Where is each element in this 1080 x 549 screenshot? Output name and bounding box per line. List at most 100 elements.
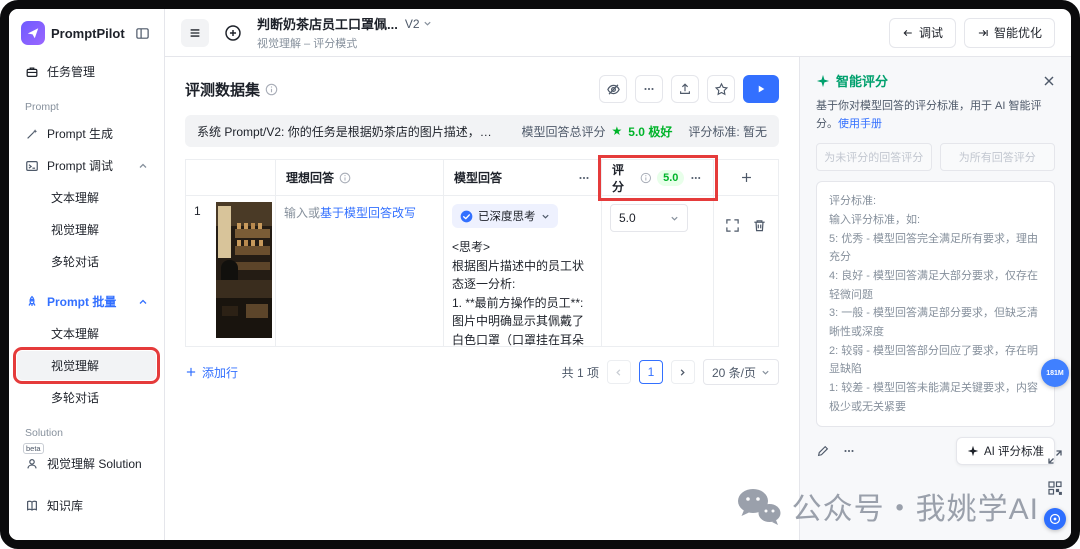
row-index: 1 bbox=[186, 196, 212, 346]
version-select[interactable]: V2 bbox=[405, 17, 432, 31]
system-prompt-bar: 系统 Prompt/V2: 你的任务是根据奶茶店的图片描述，判断奶茶... 模型… bbox=[185, 115, 779, 147]
debug-button-label: 调试 bbox=[919, 24, 943, 41]
row-image-cell[interactable] bbox=[212, 196, 276, 346]
table-header: 理想回答 模型回答 评分 5.0 bbox=[186, 160, 778, 196]
more-icon bbox=[642, 82, 656, 96]
sidebar-item-debug-vision[interactable]: 视觉理解 bbox=[17, 215, 156, 244]
sidebar-item-knowledge-base[interactable]: 知识库 bbox=[17, 491, 156, 520]
header-cell-blank bbox=[186, 160, 276, 195]
sidebar-item-batch-vision[interactable]: 视觉理解 bbox=[17, 351, 156, 380]
expand-row-icon[interactable] bbox=[725, 218, 740, 233]
more-actions-button[interactable] bbox=[635, 75, 663, 103]
check-circle-icon bbox=[460, 210, 473, 223]
edit-icon[interactable] bbox=[816, 444, 830, 458]
close-panel-button[interactable] bbox=[1043, 75, 1055, 87]
sidebar-item-debug-multiturn[interactable]: 多轮对话 bbox=[17, 247, 156, 276]
total-score-value: 5.0 极好 bbox=[628, 123, 672, 140]
criteria-status: 评分标准: 暂无 bbox=[688, 123, 767, 140]
plus-icon bbox=[185, 366, 197, 378]
shop-photo bbox=[216, 202, 272, 338]
wechat-icon bbox=[736, 486, 782, 526]
sidebar-item-vision-solution[interactable]: beta 视觉理解 Solution bbox=[17, 449, 156, 478]
deep-thinking-toggle[interactable]: 已深度思考 bbox=[452, 204, 558, 228]
apps-grid-button[interactable] bbox=[1044, 477, 1066, 499]
sparkle-icon bbox=[816, 74, 830, 88]
play-icon bbox=[755, 83, 767, 95]
run-button[interactable] bbox=[743, 75, 779, 103]
sidebar-item-debug-text[interactable]: 文本理解 bbox=[17, 183, 156, 212]
assistant-button[interactable] bbox=[1044, 508, 1066, 530]
fullscreen-button[interactable] bbox=[1044, 446, 1066, 468]
favorite-button[interactable] bbox=[707, 75, 735, 103]
sidebar-item-prompt-gen[interactable]: Prompt 生成 bbox=[17, 119, 156, 148]
sidebar-item-label: 多轮对话 bbox=[51, 389, 99, 406]
close-icon bbox=[1043, 75, 1055, 87]
manual-link[interactable]: 使用手册 bbox=[838, 118, 882, 130]
plus-circle-icon bbox=[224, 24, 242, 42]
upload-icon bbox=[678, 82, 692, 96]
add-row-button[interactable]: 添加行 bbox=[185, 364, 238, 381]
star-filled-icon: ★ bbox=[612, 124, 623, 138]
column-label: 评分 bbox=[612, 161, 635, 195]
app-logo-icon bbox=[21, 21, 45, 45]
delete-row-icon[interactable] bbox=[752, 218, 767, 233]
logo-row: PromptPilot bbox=[17, 19, 156, 57]
sparkle-icon bbox=[967, 445, 979, 457]
chevron-left-icon bbox=[614, 368, 623, 377]
rewrite-from-model-link[interactable]: 基于模型回答改写 bbox=[320, 206, 416, 220]
sidebar-item-batch-multiturn[interactable]: 多轮对话 bbox=[17, 383, 156, 412]
score-unrated-button[interactable]: 为未评分的回答评分 bbox=[816, 143, 932, 171]
edge-toolbar bbox=[1044, 446, 1066, 530]
sidebar-item-task-management[interactable]: 任务管理 bbox=[17, 57, 156, 86]
smart-scoring-panel: 智能评分 基于你对模型回答的评分标准，用于 AI 智能评分。使用手册 为未评分的… bbox=[799, 57, 1071, 540]
next-page-button[interactable] bbox=[671, 360, 695, 384]
sidebar-item-prompt-debug[interactable]: Prompt 调试 bbox=[17, 151, 156, 180]
chevron-down-icon bbox=[670, 214, 679, 223]
beta-badge: beta bbox=[23, 443, 44, 454]
table-footer: 添加行 共 1 项 1 20 条/页 bbox=[185, 359, 779, 385]
content-area: 判断奶茶店员工口罩佩... V2 视觉理解 – 评分模式 调试 智能优化 bbox=[165, 9, 1071, 540]
score-cell: 5.0 bbox=[602, 196, 714, 346]
chevron-down-icon bbox=[761, 368, 770, 377]
sidebar-item-label: 多轮对话 bbox=[51, 253, 99, 270]
terminal-icon bbox=[25, 159, 39, 173]
collapse-sidebar-icon[interactable] bbox=[132, 23, 152, 43]
page-number[interactable]: 1 bbox=[639, 360, 663, 384]
panel-description: 基于你对模型回答的评分标准，用于 AI 智能评分。使用手册 bbox=[816, 98, 1055, 133]
score-all-button[interactable]: 为所有回答评分 bbox=[940, 143, 1056, 171]
score-select[interactable]: 5.0 bbox=[610, 204, 688, 232]
ai-criteria-button[interactable]: AI 评分标准 bbox=[956, 437, 1055, 465]
ideal-placeholder: 输入或 bbox=[284, 206, 320, 220]
sidebar-item-label: 文本理解 bbox=[51, 189, 99, 206]
more-icon[interactable] bbox=[689, 171, 703, 185]
dataset-toolbar bbox=[599, 75, 779, 103]
page-size-label: 20 条/页 bbox=[712, 364, 756, 381]
eye-off-icon bbox=[606, 82, 621, 97]
ideal-answer-cell[interactable]: 输入或基于模型回答改写 bbox=[276, 196, 444, 346]
model-answer-cell: 已深度思考 <思考> 根据图片描述中的员工状态逐一分析: 1. **最前方操作的… bbox=[444, 196, 602, 346]
menu-button[interactable] bbox=[181, 19, 209, 47]
hide-columns-button[interactable] bbox=[599, 75, 627, 103]
add-column-button[interactable] bbox=[714, 160, 778, 195]
prev-page-button[interactable] bbox=[607, 360, 631, 384]
debug-button[interactable]: 调试 bbox=[889, 18, 956, 48]
ai-criteria-label: AI 评分标准 bbox=[984, 443, 1044, 459]
export-button[interactable] bbox=[671, 75, 699, 103]
smart-optimize-button[interactable]: 智能优化 bbox=[964, 18, 1055, 48]
table-row: 1 bbox=[186, 196, 778, 346]
token-badge[interactable]: 181M bbox=[1041, 359, 1069, 387]
more-icon[interactable] bbox=[577, 171, 591, 185]
chevron-up-icon bbox=[138, 297, 148, 307]
chevron-right-icon bbox=[678, 368, 687, 377]
sidebar-item-label: Prompt 批量 bbox=[47, 293, 116, 310]
sidebar-item-batch-text[interactable]: 文本理解 bbox=[17, 319, 156, 348]
column-label: 理想回答 bbox=[286, 169, 334, 186]
task-subtitle: 视觉理解 – 评分模式 bbox=[257, 35, 432, 51]
topbar-actions: 调试 智能优化 bbox=[889, 18, 1055, 48]
sidebar-item-prompt-batch[interactable]: Prompt 批量 bbox=[17, 287, 156, 316]
more-icon[interactable] bbox=[842, 444, 856, 458]
page-size-select[interactable]: 20 条/页 bbox=[703, 359, 779, 385]
new-version-button[interactable] bbox=[219, 19, 247, 47]
criteria-input[interactable]: 评分标准: 输入评分标准，如: 5: 优秀 - 模型回答完全满足所有要求，理由充… bbox=[816, 181, 1055, 427]
info-icon bbox=[339, 172, 351, 184]
